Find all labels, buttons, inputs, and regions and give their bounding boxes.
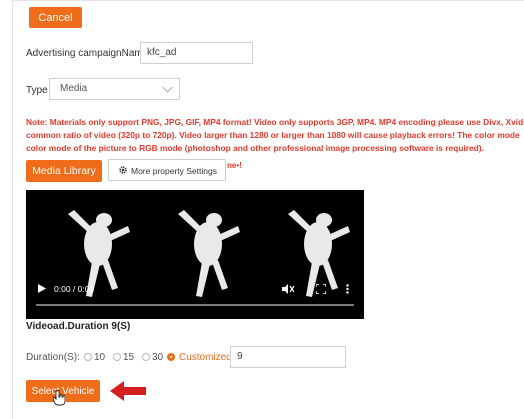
- note-overflow-text: ne•!: [227, 161, 242, 170]
- duration-option-15: 15: [123, 352, 135, 363]
- more-property-settings-button[interactable]: More property Settings: [108, 159, 226, 181]
- duration-radio-30[interactable]: [142, 353, 150, 361]
- video-duration-info: Videoad.Duration 9(S): [26, 321, 131, 332]
- mute-icon[interactable]: [282, 284, 294, 294]
- campaign-name-label: Advertising campaignName: [26, 48, 149, 59]
- video-progress-bar[interactable]: [36, 304, 354, 306]
- duration-radio-customized[interactable]: [167, 353, 175, 361]
- chevron-down-icon: [162, 82, 173, 93]
- cancel-button[interactable]: Cancel: [29, 7, 82, 28]
- video-frame-figure: [178, 210, 240, 297]
- duration-radio-15[interactable]: [113, 353, 121, 361]
- media-library-button[interactable]: Media Library: [26, 160, 102, 182]
- more-options-icon[interactable]: [346, 284, 349, 294]
- duration-option-customized: Customized: [179, 352, 232, 363]
- duration-option-30: 30: [152, 352, 164, 363]
- note-line-3: color mode of the picture to RGB mode (p…: [26, 143, 484, 153]
- note-line-2: common ratio of video (320p to 720p). Vi…: [26, 130, 520, 140]
- hand-cursor-icon: [53, 390, 65, 406]
- campaign-name-input[interactable]: kfc_ad: [140, 42, 253, 64]
- format-note: Note: Materials only support PNG, JPG, G…: [26, 116, 523, 155]
- ad-form-panel: Cancel Advertising campaignName kfc_ad T…: [12, 0, 524, 419]
- note-line-1: Note: Materials only support PNG, JPG, G…: [26, 117, 524, 127]
- duration-label: Duration(S):: [26, 352, 80, 363]
- video-player[interactable]: 0:00 / 0:09: [26, 190, 364, 319]
- type-label: Type: [26, 85, 48, 96]
- video-time: 0:00 / 0:09: [54, 284, 95, 294]
- gear-icon: [119, 166, 127, 174]
- duration-option-10: 10: [94, 352, 106, 363]
- type-select-value: Media: [60, 83, 88, 94]
- more-settings-label: More property Settings: [131, 166, 217, 176]
- duration-radio-10[interactable]: [84, 353, 92, 361]
- play-icon[interactable]: [38, 284, 46, 293]
- arrow-left-icon: [110, 381, 146, 401]
- type-select[interactable]: Media: [49, 78, 180, 100]
- duration-custom-input[interactable]: 9: [230, 346, 346, 368]
- fullscreen-icon[interactable]: [316, 284, 326, 294]
